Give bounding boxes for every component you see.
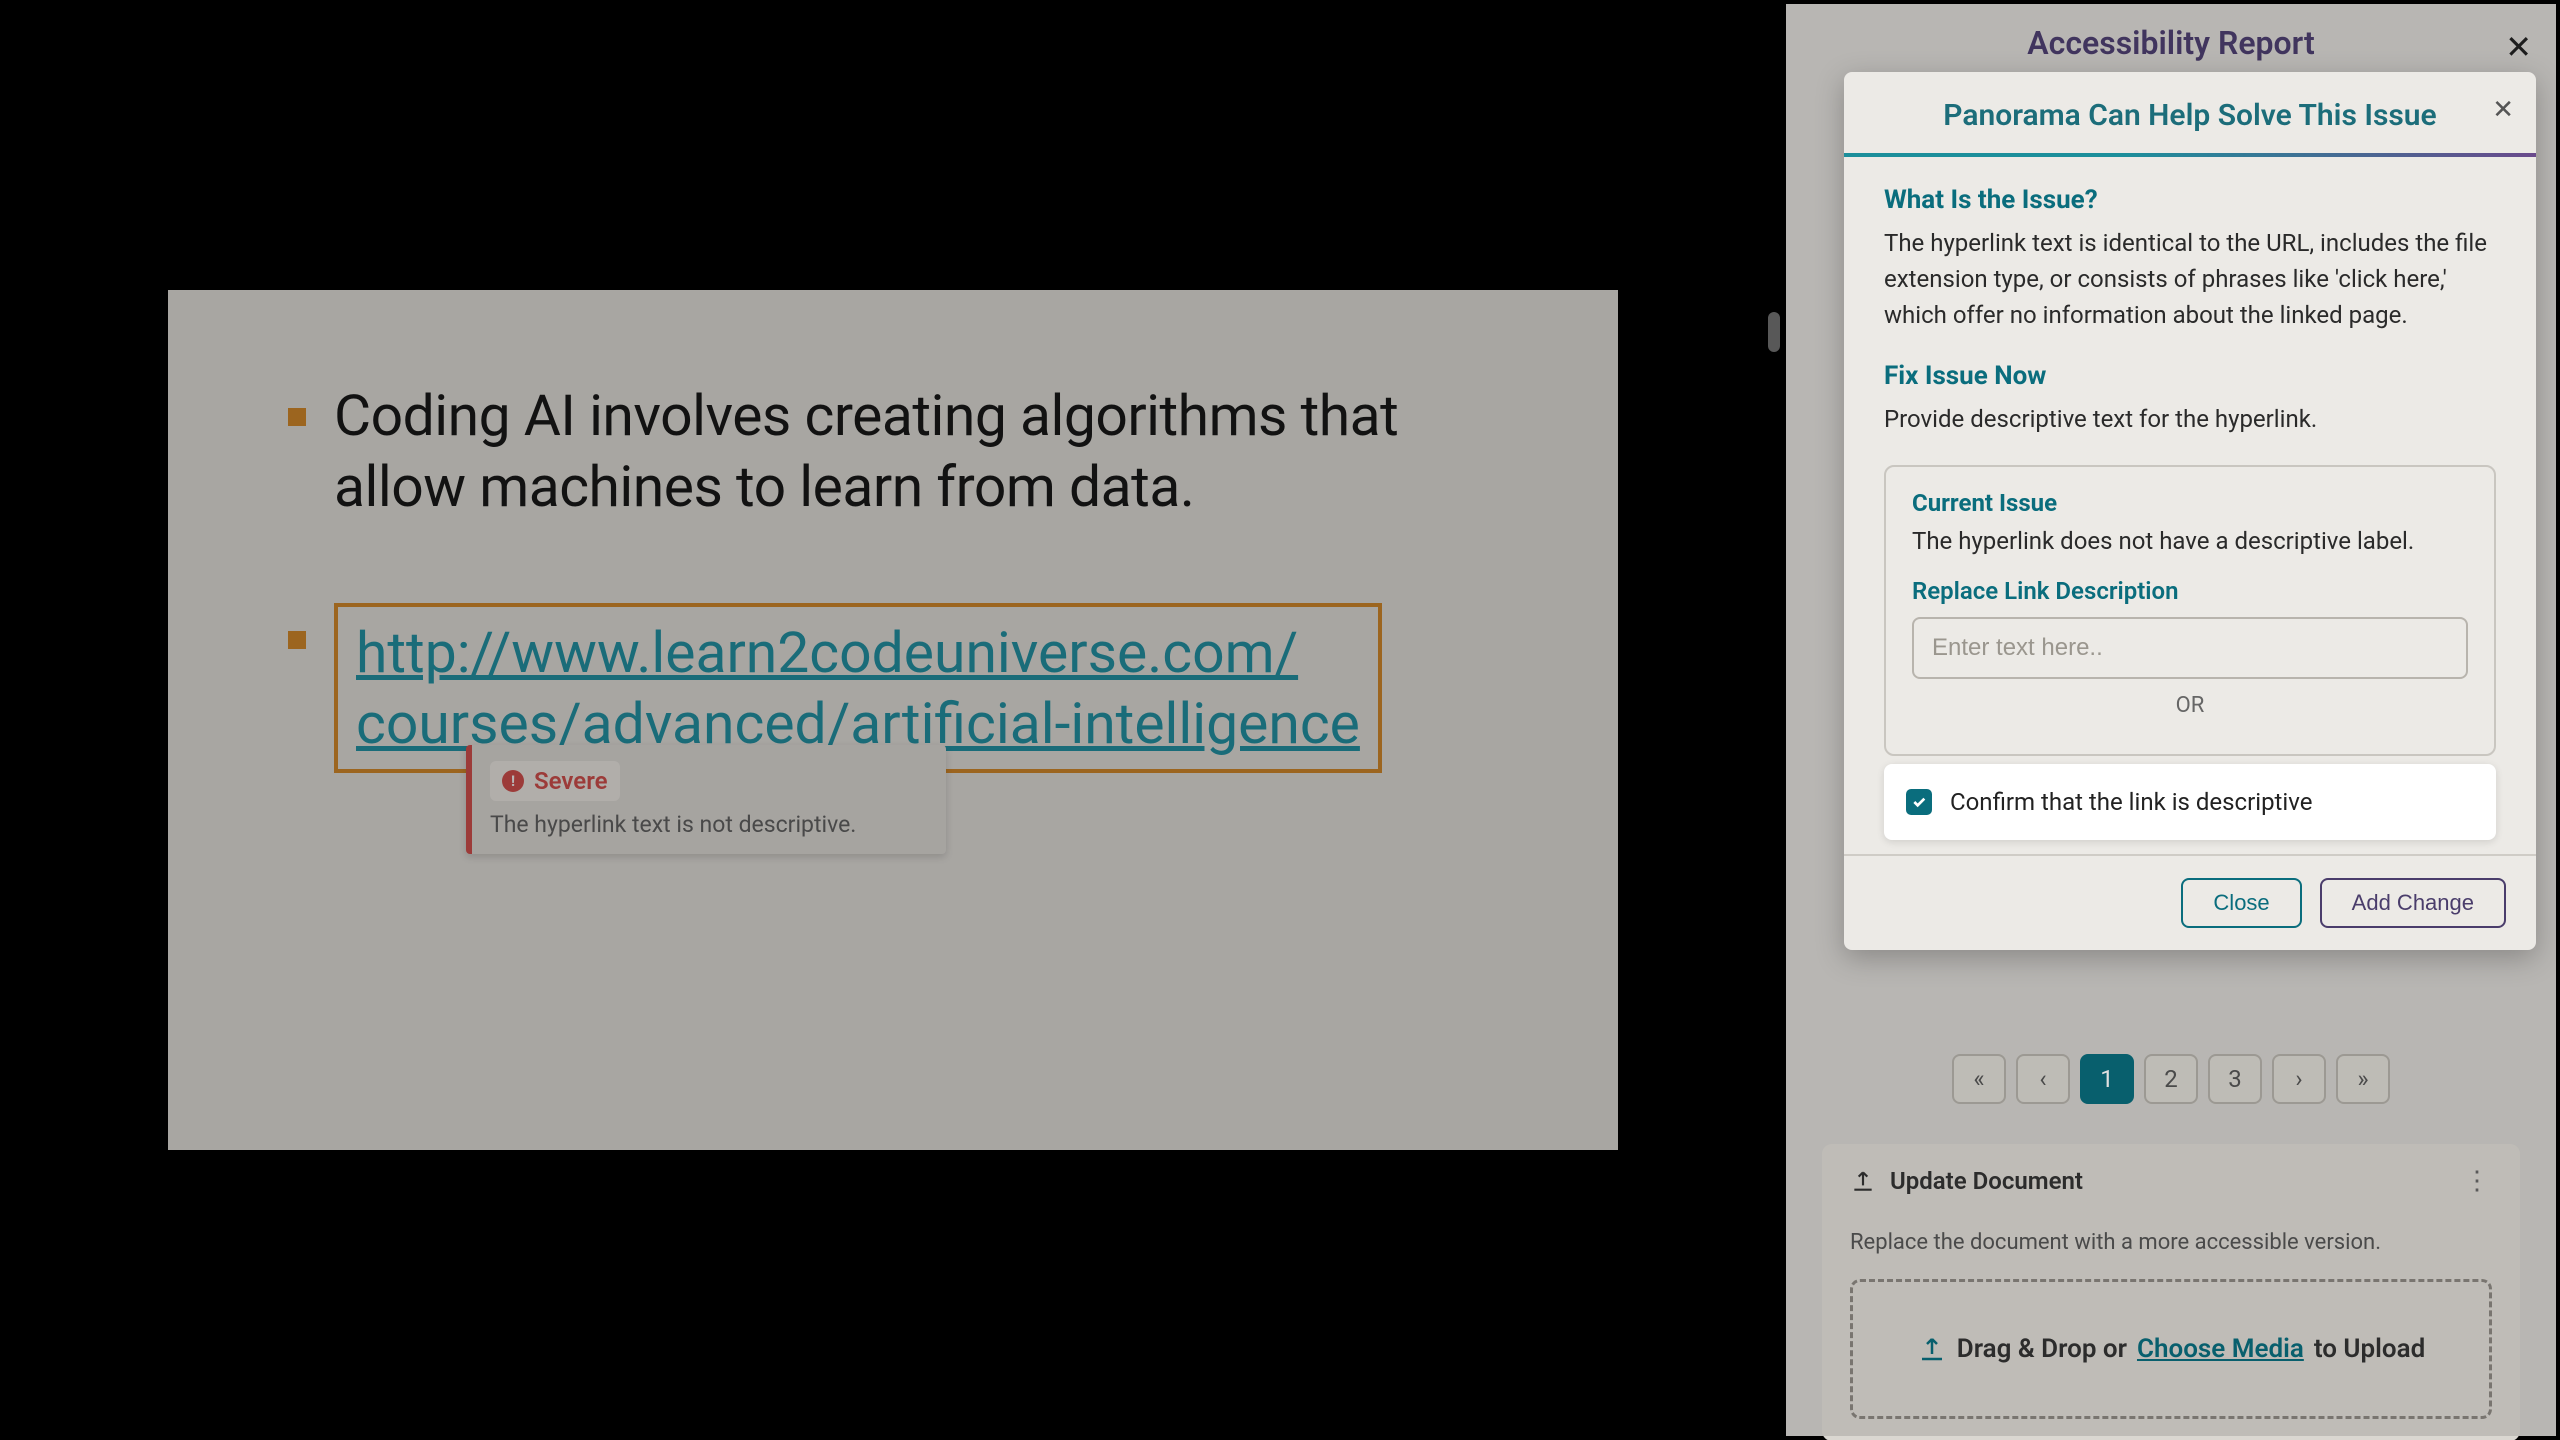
upload-icon xyxy=(1917,1334,1947,1364)
scrollbar-thumb[interactable] xyxy=(1768,312,1780,352)
confirm-checkbox[interactable] xyxy=(1906,789,1932,815)
update-title: Update Document xyxy=(1890,1167,2083,1195)
issue-tooltip: ! Severe The hyperlink text is not descr… xyxy=(466,745,946,854)
modal-footer: Close Add Change xyxy=(1844,854,2536,950)
update-head: Update Document ⋮ xyxy=(1850,1166,2492,1196)
check-icon xyxy=(1911,794,1927,810)
replace-label: Replace Link Description xyxy=(1912,577,2468,605)
current-issue-body: The hyperlink does not have a descriptiv… xyxy=(1912,527,2468,555)
slide-text-1: Coding AI involves creating algorithms t… xyxy=(334,380,1498,523)
current-issue-heading: Current Issue xyxy=(1912,489,2468,517)
issue-pager: « ‹ 1 2 3 › » xyxy=(1786,1054,2556,1104)
app-root: Coding AI involves creating algorithms t… xyxy=(0,0,2560,1440)
alert-icon: ! xyxy=(502,770,524,792)
confirm-descriptive-row[interactable]: Confirm that the link is descriptive xyxy=(1884,764,2496,840)
link-description-input[interactable] xyxy=(1912,617,2468,679)
modal-close-button[interactable]: ✕ xyxy=(2492,94,2514,125)
panel-close-button[interactable]: ✕ xyxy=(2505,28,2532,66)
update-title-row: Update Document xyxy=(1850,1167,2083,1195)
or-divider: OR xyxy=(1912,679,2468,728)
fix-now-heading: Fix Issue Now xyxy=(1884,361,2496,391)
dropzone-text-2: to Upload xyxy=(2314,1334,2425,1364)
bullet-row-1: Coding AI involves creating algorithms t… xyxy=(288,380,1498,523)
upload-dropzone[interactable]: Drag & Drop or Choose Media to Upload xyxy=(1850,1279,2492,1419)
hyperlink-line-1[interactable]: http://www.learn2codeuniverse.com/ xyxy=(356,617,1360,688)
bullet-icon xyxy=(288,408,306,426)
pager-last[interactable]: » xyxy=(2336,1054,2390,1104)
confirm-label: Confirm that the link is descriptive xyxy=(1950,788,2312,816)
document-stage: Coding AI involves creating algorithms t… xyxy=(0,0,1786,1440)
what-issue-heading: What Is the Issue? xyxy=(1884,185,2496,215)
pager-page-1[interactable]: 1 xyxy=(2080,1054,2134,1104)
accessibility-panel: Accessibility Report ✕ « ‹ 1 2 3 › » Upd… xyxy=(1786,0,2560,1440)
modal-title: Panorama Can Help Solve This Issue xyxy=(1943,98,2436,133)
severity-badge: ! Severe xyxy=(490,761,620,801)
tooltip-text: The hyperlink text is not descriptive. xyxy=(490,811,928,838)
what-issue-body: The hyperlink text is identical to the U… xyxy=(1884,225,2496,333)
pager-next[interactable]: › xyxy=(2272,1054,2326,1104)
modal-header: Panorama Can Help Solve This Issue ✕ xyxy=(1844,72,2536,153)
modal-body: What Is the Issue? The hyperlink text is… xyxy=(1844,157,2536,854)
update-desc: Replace the document with a more accessi… xyxy=(1850,1230,2492,1255)
choose-media-link[interactable]: Choose Media xyxy=(2137,1334,2304,1364)
upload-icon xyxy=(1850,1168,1876,1194)
more-menu-icon[interactable]: ⋮ xyxy=(2464,1166,2492,1196)
severity-label: Severe xyxy=(534,767,608,795)
pager-first[interactable]: « xyxy=(1952,1054,2006,1104)
close-button[interactable]: Close xyxy=(2181,878,2301,928)
pager-page-3[interactable]: 3 xyxy=(2208,1054,2262,1104)
slide: Coding AI involves creating algorithms t… xyxy=(168,290,1618,1150)
bullet-icon xyxy=(288,631,306,649)
current-issue-box: Current Issue The hyperlink does not hav… xyxy=(1884,465,2496,756)
add-change-button[interactable]: Add Change xyxy=(2320,878,2506,928)
dropzone-text-1: Drag & Drop or xyxy=(1957,1334,2127,1364)
panel-title: Accessibility Report xyxy=(1786,24,2556,62)
pager-page-2[interactable]: 2 xyxy=(2144,1054,2198,1104)
pager-prev[interactable]: ‹ xyxy=(2016,1054,2070,1104)
fix-now-body: Provide descriptive text for the hyperli… xyxy=(1884,401,2496,437)
panel-header: Accessibility Report xyxy=(1786,4,2556,72)
update-document-card: Update Document ⋮ Replace the document w… xyxy=(1822,1144,2520,1440)
fix-issue-modal: Panorama Can Help Solve This Issue ✕ Wha… xyxy=(1844,72,2536,950)
